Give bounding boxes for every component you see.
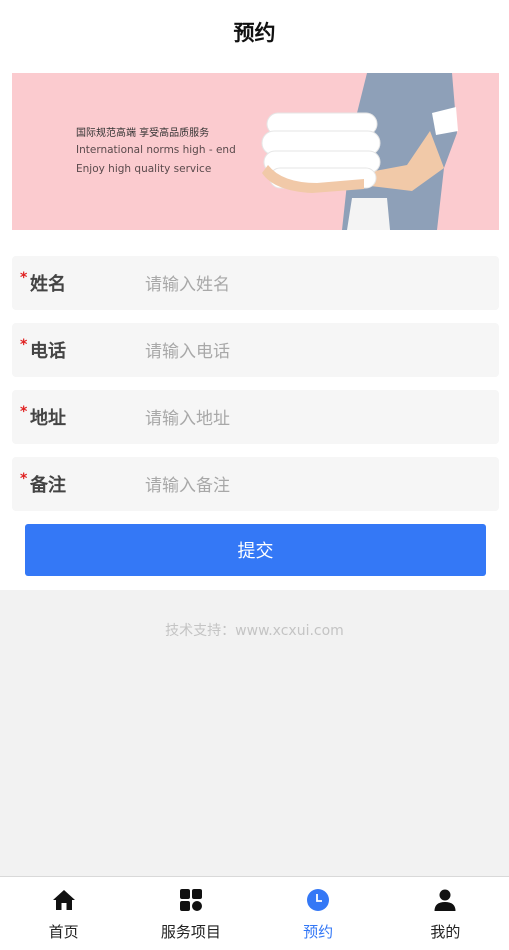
- bottom-tab-bar: 首页 服务项目 预约 我的: [0, 876, 509, 950]
- page-title: 预约: [233, 21, 276, 45]
- phone-field: * 电话: [12, 323, 499, 377]
- banner-text-cn: 国际规范高端 享受高品质服务: [76, 128, 210, 139]
- name-label: 姓名: [30, 274, 66, 295]
- tab-booking-label: 预约: [303, 923, 334, 941]
- remark-input[interactable]: [145, 471, 475, 501]
- remark-label: 备注: [30, 475, 66, 496]
- page: 预约 国际规范高端 享受高品质服务 International norms hi…: [0, 0, 509, 950]
- banner-text-en-1: International norms high - end: [76, 144, 236, 156]
- tab-mine[interactable]: 我的: [382, 877, 509, 950]
- tab-services[interactable]: 服务项目: [127, 877, 254, 950]
- user-icon: [432, 887, 458, 913]
- name-input[interactable]: [145, 270, 475, 300]
- tab-booking[interactable]: 预约: [255, 877, 382, 950]
- content-area: 国际规范高端 享受高品质服务 International norms high …: [0, 64, 509, 590]
- phone-label: 电话: [30, 341, 66, 362]
- tab-services-label: 服务项目: [160, 923, 221, 941]
- address-field: * 地址: [12, 390, 499, 444]
- required-mark: *: [20, 270, 28, 286]
- required-mark: *: [20, 404, 28, 420]
- clock-icon: [305, 887, 331, 913]
- name-field: * 姓名: [12, 256, 499, 310]
- required-mark: *: [20, 337, 28, 353]
- support-text: 技术支持：www.xcxui.com: [165, 623, 344, 639]
- address-label: 地址: [30, 408, 66, 429]
- tab-home[interactable]: 首页: [0, 877, 127, 950]
- required-mark: *: [20, 471, 28, 487]
- remark-field: * 备注: [12, 457, 499, 511]
- banner-text-en-2: Enjoy high quality service: [76, 163, 212, 175]
- top-header: 预约: [0, 0, 509, 64]
- submit-button[interactable]: 提交: [25, 524, 486, 576]
- tab-home-label: 首页: [48, 923, 79, 941]
- address-input[interactable]: [145, 404, 475, 434]
- home-icon: [51, 887, 77, 913]
- tab-mine-label: 我的: [430, 923, 461, 941]
- grid-icon: [178, 887, 204, 913]
- phone-input[interactable]: [145, 337, 475, 367]
- banner-image: 国际规范高端 享受高品质服务 International norms high …: [12, 73, 499, 230]
